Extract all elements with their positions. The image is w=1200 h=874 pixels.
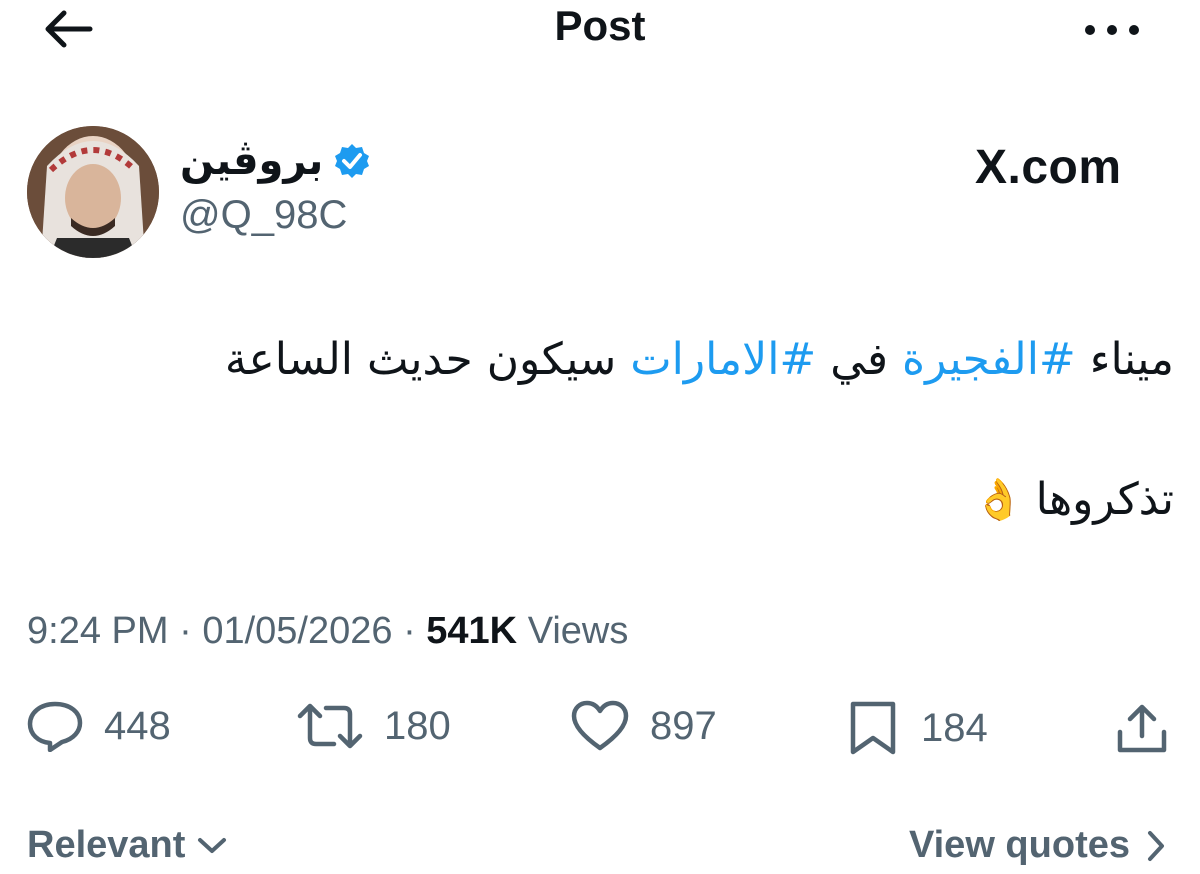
watermark-text: X.com <box>975 141 1122 194</box>
post-word: في <box>830 334 889 385</box>
chevron-down-icon <box>198 837 227 853</box>
heart-icon <box>571 700 629 751</box>
share-icon <box>1117 704 1167 753</box>
repost-button[interactable]: 180 <box>296 700 451 752</box>
author-name[interactable]: بروڤين <box>180 138 323 184</box>
post-meta: 9:24 PM · 01/05/2026 · 541K Views <box>27 610 628 653</box>
reply-icon <box>27 701 83 752</box>
views-count: 541K <box>426 610 518 652</box>
repost-count: 180 <box>384 703 451 748</box>
view-quotes-link[interactable]: View quotes <box>909 824 1166 867</box>
reply-count: 448 <box>104 703 171 748</box>
post-word: ميناء <box>1089 334 1174 385</box>
post-word: سيكون حديث الساعة <box>224 334 617 385</box>
more-options-icon[interactable] <box>1080 16 1144 44</box>
share-button[interactable] <box>1114 702 1170 756</box>
avatar[interactable] <box>27 126 159 258</box>
post-time[interactable]: 9:24 PM <box>27 610 169 652</box>
reply-button[interactable]: 448 <box>26 700 171 752</box>
like-button[interactable]: 897 <box>570 700 717 752</box>
sort-replies-dropdown[interactable]: Relevant <box>27 824 227 867</box>
repost-icon <box>297 703 363 749</box>
ok-hand-emoji: 👌 <box>973 477 1024 523</box>
bookmark-button[interactable]: 184 <box>845 700 988 756</box>
bookmark-icon <box>850 701 896 755</box>
hashtag-link[interactable]: #الامارات <box>630 334 816 385</box>
chevron-right-icon <box>1148 830 1164 861</box>
like-count: 897 <box>650 703 717 748</box>
post-date[interactable]: 01/05/2026 <box>202 610 392 652</box>
post-word: تذكروها <box>1035 474 1174 525</box>
bookmark-count: 184 <box>921 705 988 750</box>
view-quotes-label: View quotes <box>908 824 1130 866</box>
post-text-line-1: ميناء #الفجيرة في #الامارات سيكون حديث ا… <box>225 334 1174 385</box>
post-text-line-2: تذكروها 👌 <box>974 474 1174 525</box>
verified-badge-icon <box>333 142 371 180</box>
separator-dot: · <box>403 610 427 652</box>
separator-dot: · <box>179 610 203 652</box>
hashtag-link[interactable]: #الفجيرة <box>902 334 1076 385</box>
views-label: Views <box>527 610 629 652</box>
sort-label: Relevant <box>27 824 186 866</box>
author-name-row[interactable]: بروڤين <box>180 136 371 186</box>
author-handle[interactable]: @Q_98C <box>180 193 347 238</box>
page-title: Post <box>554 2 646 49</box>
